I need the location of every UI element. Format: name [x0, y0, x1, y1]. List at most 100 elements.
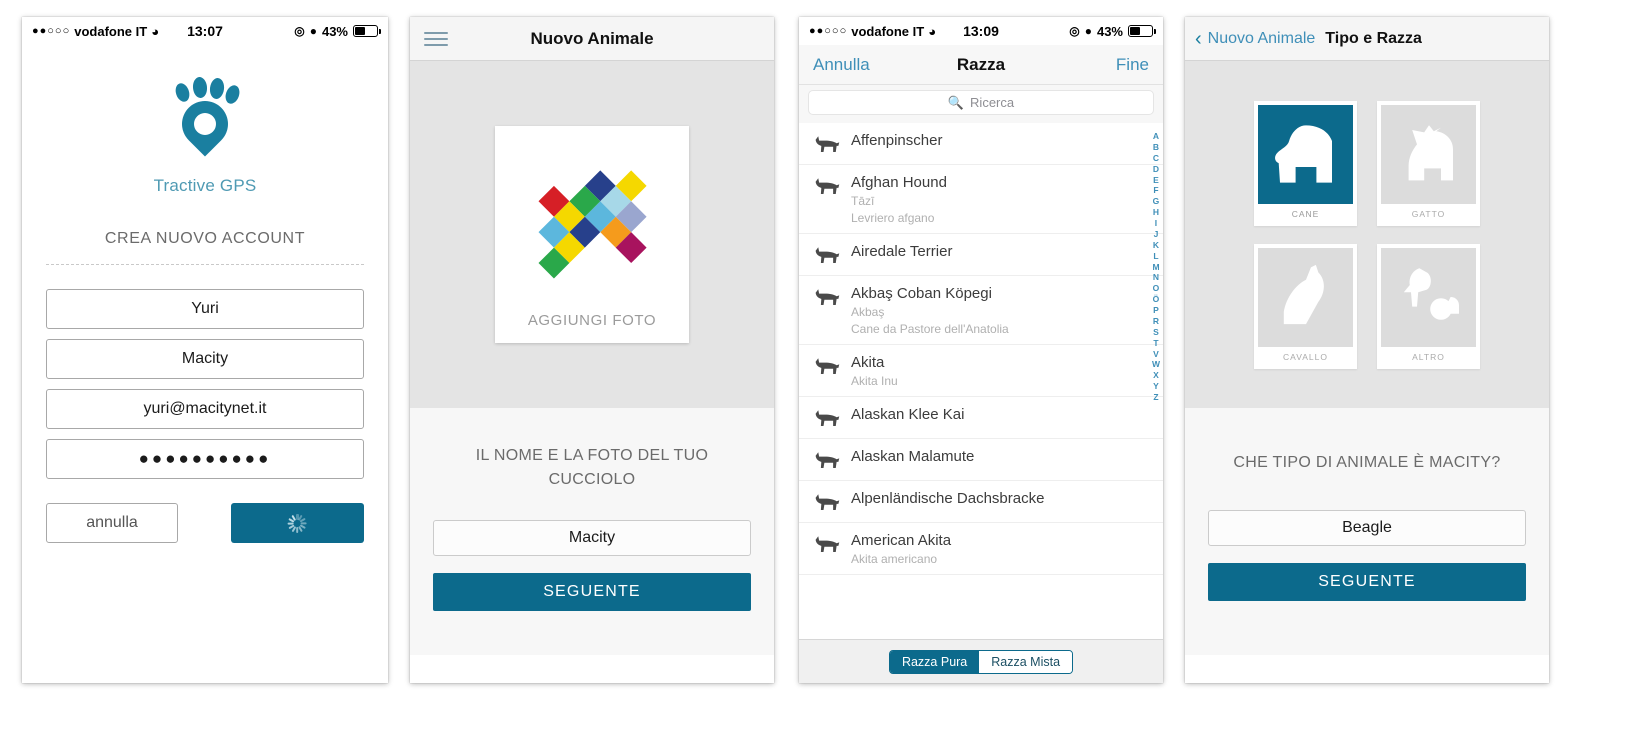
action-row: annulla — [46, 503, 364, 543]
breed-name: Alaskan Klee Kai — [851, 406, 965, 423]
back-button-label[interactable]: Nuovo Animale — [1208, 30, 1316, 48]
index-letter[interactable]: Ö — [1153, 294, 1160, 305]
screenshot-root: ●●○○○ vodafone IT ◕ 13:07 ◎ ● 43% Tracti… — [0, 0, 1640, 743]
breed-input[interactable]: Beagle — [1208, 510, 1526, 546]
index-letter[interactable]: A — [1153, 131, 1159, 142]
name-section: IL NOME E LA FOTO DEL TUO CUCCIOLO Macit… — [410, 408, 774, 655]
breed-list-item[interactable]: Akita Akita Inu — [799, 345, 1163, 397]
signup-body: Tractive GPS CREA NUOVO ACCOUNT Yuri Mac… — [22, 45, 388, 683]
index-letter[interactable]: R — [1153, 316, 1159, 327]
index-letter[interactable]: S — [1153, 327, 1159, 338]
add-photo-label: AGGIUNGI FOTO — [527, 312, 657, 329]
breed-name: Akita — [851, 354, 885, 371]
index-letter[interactable]: I — [1155, 218, 1157, 229]
animal-type-grid: CANE GATTO CAVALLO ALTRO — [1254, 100, 1480, 369]
alphabet-index-rail[interactable]: ABCDEFGHIJKLMNOÖPRSTVWXYZ — [1152, 131, 1160, 403]
index-letter[interactable]: E — [1153, 175, 1159, 186]
animal-type-tile-cavallo[interactable]: CAVALLO — [1254, 243, 1357, 369]
index-letter[interactable]: F — [1153, 185, 1158, 196]
dog-silhouette-icon — [813, 287, 841, 309]
breed-text: Akita Akita Inu — [851, 354, 898, 388]
index-letter[interactable]: Y — [1153, 381, 1159, 392]
index-letter[interactable]: N — [1153, 272, 1159, 283]
next-button[interactable]: SEGUENTE — [433, 573, 751, 611]
breed-list-item[interactable]: Affenpinscher — [799, 123, 1163, 165]
index-letter[interactable]: K — [1153, 240, 1159, 251]
add-photo-card[interactable]: AGGIUNGI FOTO — [495, 126, 689, 343]
pet-name-input[interactable]: Macity — [433, 520, 751, 556]
other-animals-icon — [1381, 247, 1476, 347]
index-letter[interactable]: L — [1153, 251, 1158, 262]
first-name-field[interactable]: Yuri — [46, 289, 364, 329]
animal-type-area: CANE GATTO CAVALLO ALTRO — [1185, 61, 1549, 408]
search-placeholder: Ricerca — [970, 95, 1015, 110]
breed-name: Akbaş Coban Köpegi — [851, 285, 992, 302]
submit-button[interactable] — [231, 503, 364, 543]
breed-list[interactable]: Affenpinscher Afghan Hound Tāzī Levriero af… — [799, 123, 1163, 639]
question-label: CHE TIPO DI ANIMALE È MACITY? — [1233, 454, 1501, 471]
wifi-icon: ◕ — [151, 23, 160, 39]
breed-list-item[interactable]: Alpenländische Dachsbracke — [799, 481, 1163, 523]
breed-name: Alpenländische Dachsbracke — [851, 490, 1045, 507]
breed-list-item[interactable]: Afghan Hound Tāzī Levriero afgano — [799, 165, 1163, 234]
breed-name: Affenpinscher — [851, 132, 943, 149]
index-letter[interactable]: M — [1152, 262, 1159, 273]
breed-name: Afghan Hound — [851, 174, 947, 191]
cancel-button[interactable]: annulla — [46, 503, 178, 543]
hamburger-menu-icon[interactable] — [424, 31, 448, 46]
chevron-left-icon[interactable]: ‹ — [1195, 29, 1202, 49]
index-letter[interactable]: B — [1153, 142, 1159, 153]
animal-type-tile-gatto[interactable]: GATTO — [1377, 100, 1480, 226]
segment-mixed-breed[interactable]: Razza Mista — [979, 650, 1073, 673]
index-letter[interactable]: J — [1154, 229, 1159, 240]
breed-alt-name: Akita Inu — [851, 374, 898, 388]
done-button[interactable]: Fine — [1116, 55, 1149, 75]
index-letter[interactable]: P — [1153, 305, 1159, 316]
last-name-field[interactable]: Macity — [46, 339, 364, 379]
breed-alt-name: Cane da Pastore dell'Anatolia — [851, 322, 1009, 336]
animal-type-tile-altro[interactable]: ALTRO — [1377, 243, 1480, 369]
breed-name: American Akita — [851, 532, 952, 549]
loading-spinner-icon — [287, 513, 307, 533]
index-letter[interactable]: O — [1153, 283, 1160, 294]
password-field[interactable]: ●●●●●●●●●● — [46, 439, 364, 479]
search-input[interactable]: 🔍 Ricerca — [808, 90, 1154, 115]
dog-icon — [1258, 104, 1353, 204]
breed-list-item[interactable]: Akbaş Coban Köpegi Akbaş Cane da Pastore d… — [799, 276, 1163, 345]
clock-label: 13:07 — [187, 23, 223, 39]
breed-alt-name: Akita americano — [851, 552, 938, 566]
index-letter[interactable]: D — [1153, 164, 1159, 175]
index-letter[interactable]: C — [1153, 153, 1159, 164]
battery-icon — [1128, 25, 1156, 37]
email-field[interactable]: yuri@macitynet.it — [46, 389, 364, 429]
breed-text: Afghan Hound Tāzī Levriero afgano — [851, 174, 947, 225]
index-letter[interactable]: Z — [1153, 392, 1158, 403]
dog-silhouette-icon — [813, 492, 841, 514]
dog-silhouette-icon — [813, 245, 841, 267]
battery-percent-label: 43% — [1096, 23, 1123, 39]
brand-name: Tractive GPS — [153, 176, 257, 195]
signal-dots-icon: ●●○○○ — [32, 25, 71, 37]
breed-type-footer: Razza Pura Razza Mista — [799, 639, 1163, 683]
breed-type-segmented-control[interactable]: Razza Pura Razza Mista — [888, 649, 1074, 674]
cancel-button[interactable]: Annulla — [813, 55, 870, 75]
breed-list-item[interactable]: Alaskan Malamute — [799, 439, 1163, 481]
index-letter[interactable]: X — [1153, 370, 1159, 381]
index-letter[interactable]: T — [1153, 338, 1158, 349]
breed-list-item[interactable]: Airedale Terrier — [799, 234, 1163, 276]
tractive-paw-pin-logo — [168, 75, 242, 167]
index-letter[interactable]: W — [1152, 359, 1160, 370]
search-area: 🔍 Ricerca — [799, 85, 1163, 123]
breed-list-item[interactable]: American Akita Akita americano — [799, 523, 1163, 575]
cat-icon — [1381, 104, 1476, 204]
index-letter[interactable]: H — [1153, 207, 1159, 218]
nav-title: Tipo e Razza — [1325, 29, 1422, 47]
segment-pure-breed[interactable]: Razza Pura — [889, 650, 980, 673]
index-letter[interactable]: G — [1153, 196, 1160, 207]
dog-silhouette-icon — [813, 356, 841, 378]
breed-list-item[interactable]: Alaskan Klee Kai — [799, 397, 1163, 439]
phone-panel-breed-picker: ●●○○○ vodafone IT ◕ 13:09 ◎ ● 43% Annull… — [799, 17, 1163, 683]
index-letter[interactable]: V — [1153, 349, 1159, 360]
next-button[interactable]: SEGUENTE — [1208, 563, 1526, 601]
animal-type-tile-cane[interactable]: CANE — [1254, 100, 1357, 226]
